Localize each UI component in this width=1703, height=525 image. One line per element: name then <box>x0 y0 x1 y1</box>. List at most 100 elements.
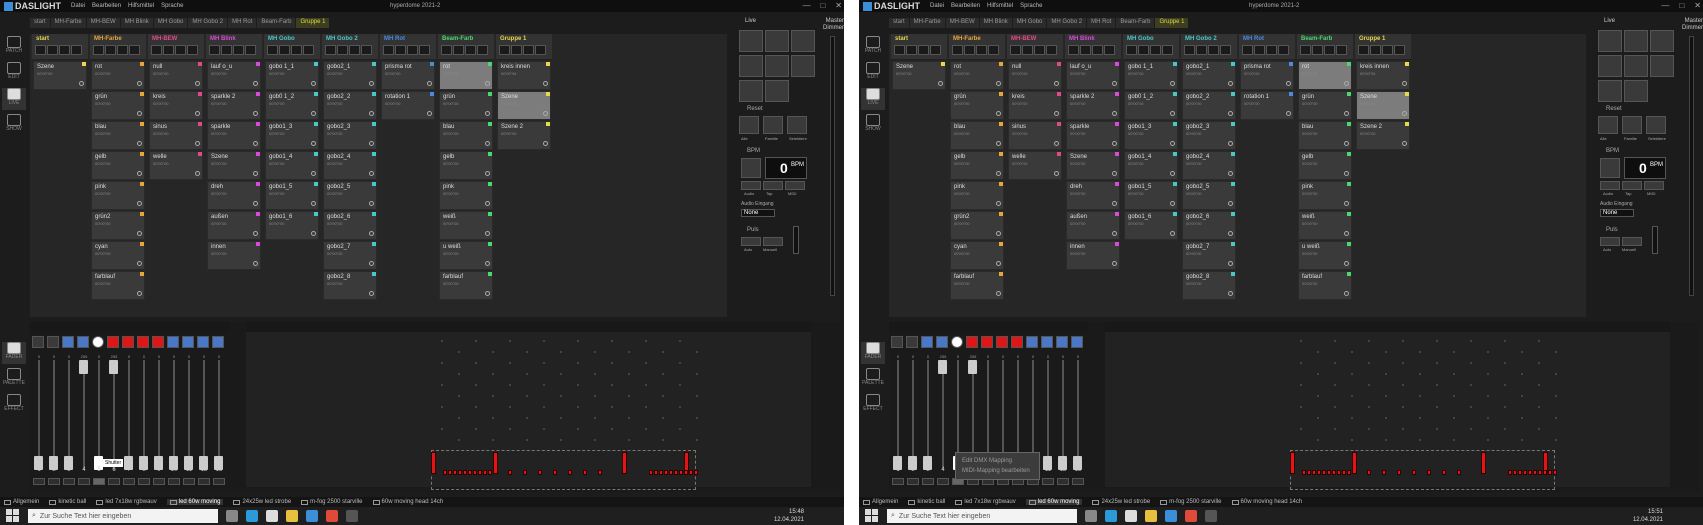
close-button[interactable]: ✕ <box>1694 1 1701 10</box>
fixture-cell[interactable] <box>538 470 542 475</box>
fixture-cell[interactable] <box>1332 470 1336 475</box>
channel-fader[interactable]: 02 <box>47 322 61 487</box>
column-name[interactable]: MH Gobo <box>264 34 320 44</box>
fixture-cell[interactable] <box>1442 470 1446 475</box>
cue-button[interactable]: rotation 1 00'00"00 <box>1240 91 1294 120</box>
tool-edit[interactable]: EDIT <box>2 62 26 84</box>
fixture-cell[interactable] <box>1543 470 1547 475</box>
play-icon[interactable] <box>325 45 336 55</box>
cue-settings-icon[interactable] <box>1112 111 1117 116</box>
cue-button[interactable]: grün2 00'00"00 <box>91 211 145 240</box>
cue-button[interactable]: null 00'00"00 <box>149 61 203 90</box>
column-name[interactable]: MH Rot <box>1239 34 1295 44</box>
cue-button[interactable]: gobo 1_1 00'00"00 <box>1124 61 1178 90</box>
cue-button[interactable]: blau 00'00"00 <box>1298 121 1352 150</box>
tab-sequence[interactable]: MH-Farbe <box>50 18 86 28</box>
tab-sequence[interactable]: MH Rot <box>228 18 257 28</box>
cue-button[interactable]: gobo2_3 00'00"00 <box>323 121 377 150</box>
fixture-cell[interactable] <box>483 470 487 475</box>
cue-button[interactable]: gobo1_4 00'00"00 <box>265 151 319 180</box>
next-icon[interactable] <box>930 45 941 55</box>
cue-settings-icon[interactable] <box>1170 201 1175 206</box>
play-icon[interactable] <box>1126 45 1137 55</box>
cue-button[interactable]: gelb 00'00"00 <box>950 151 1004 180</box>
cue-settings-icon[interactable] <box>485 201 490 206</box>
reset-grid-icon[interactable] <box>763 116 783 134</box>
fixture-cell[interactable] <box>622 452 627 474</box>
cue-settings-icon[interactable] <box>996 171 1001 176</box>
fixture-cell[interactable] <box>1317 470 1321 475</box>
reset-grid-icon[interactable] <box>1622 116 1642 134</box>
cue-settings-icon[interactable] <box>311 171 316 176</box>
fixture-cell[interactable] <box>1352 452 1357 474</box>
stop-icon[interactable] <box>395 45 406 55</box>
cue-button[interactable]: farblauf 00'00"00 <box>439 271 493 300</box>
cue-settings-icon[interactable] <box>1054 141 1059 146</box>
cue-button[interactable]: außen 00'00"00 <box>207 211 261 240</box>
next-icon[interactable] <box>419 45 430 55</box>
tab-sequence[interactable]: MH Gobo 2 <box>188 18 228 28</box>
channel-fader[interactable]: 02 <box>906 322 920 487</box>
cue-button[interactable]: farblauf 00'00"00 <box>1298 271 1352 300</box>
cue-button[interactable]: gobo2_7 00'00"00 <box>1182 241 1236 270</box>
puls-manual-button[interactable] <box>1622 237 1642 246</box>
stop-icon[interactable] <box>105 45 116 55</box>
prev-icon[interactable] <box>1208 45 1219 55</box>
menu-item[interactable]: Bearbeiten <box>951 3 980 9</box>
tab-sequence[interactable]: MH Gobo <box>153 18 188 28</box>
fixture-cell[interactable] <box>488 470 492 475</box>
play-icon[interactable] <box>1300 45 1311 55</box>
camera-icon[interactable] <box>739 80 763 102</box>
fixture-cell[interactable] <box>1302 470 1306 475</box>
cue-settings-icon[interactable] <box>1112 141 1117 146</box>
cue-button[interactable]: blau 00'00"00 <box>91 121 145 150</box>
fader-on-button[interactable] <box>108 478 120 485</box>
fader-on-button[interactable] <box>922 478 934 485</box>
fixture-cell[interactable] <box>493 452 498 474</box>
cue-button[interactable]: weiß 00'00"00 <box>1298 211 1352 240</box>
fixture-cell[interactable] <box>1427 470 1431 475</box>
fixture-cell[interactable] <box>1523 470 1527 475</box>
cue-settings-icon[interactable] <box>1054 111 1059 116</box>
tool-patch[interactable]: PATCH <box>861 36 885 58</box>
menu-item[interactable]: Hilfsmittel <box>987 3 1013 9</box>
prev-icon[interactable] <box>1382 45 1393 55</box>
cue-settings-icon[interactable] <box>485 81 490 86</box>
windows-start-icon[interactable] <box>865 509 879 523</box>
cue-settings-icon[interactable] <box>79 81 84 86</box>
context-menu-item[interactable]: MIDI-Mapping bearbeiten <box>962 466 1033 476</box>
reset-grid-icon[interactable] <box>1598 116 1618 134</box>
cue-settings-icon[interactable] <box>1228 111 1233 116</box>
channel-fader[interactable]: 07 <box>122 322 136 487</box>
mail-icon[interactable] <box>1165 510 1177 522</box>
cue-button[interactable]: gobo2_8 00'00"00 <box>323 271 377 300</box>
fixture-tab[interactable]: led 7x18w rgbwauv <box>96 499 157 505</box>
fixture-cell[interactable] <box>553 470 557 475</box>
channel-fader[interactable]: 01 <box>32 322 46 487</box>
cue-settings-icon[interactable] <box>1228 141 1233 146</box>
stop-icon[interactable] <box>337 45 348 55</box>
chrome-icon[interactable] <box>1185 510 1197 522</box>
cue-button[interactable]: rot 00'00"38 <box>1298 61 1352 90</box>
tool-palette[interactable]: PALETTE <box>2 368 26 390</box>
tool-show[interactable]: SHOW <box>861 114 885 136</box>
cue-settings-icon[interactable] <box>137 261 142 266</box>
fixture-cell[interactable] <box>684 470 688 475</box>
column-name[interactable]: MH Rot <box>380 34 436 44</box>
fixture-cell[interactable] <box>664 470 668 475</box>
column-name[interactable]: MH Blink <box>206 34 262 44</box>
prev-icon[interactable] <box>976 45 987 55</box>
mail-icon[interactable] <box>306 510 318 522</box>
fader-on-button[interactable] <box>1072 478 1084 485</box>
cue-settings-icon[interactable] <box>1344 141 1349 146</box>
cue-settings-icon[interactable] <box>369 201 374 206</box>
fader-on-button[interactable] <box>168 478 180 485</box>
task-view-icon[interactable] <box>1085 510 1097 522</box>
tool-effect[interactable]: EFFECT <box>2 394 26 416</box>
cue-settings-icon[interactable] <box>1054 171 1059 176</box>
cue-button[interactable]: farblauf 00'00"00 <box>91 271 145 300</box>
fixture-cell[interactable] <box>473 470 477 475</box>
prev-icon[interactable] <box>59 45 70 55</box>
column-name[interactable]: MH Gobo 2 <box>322 34 378 44</box>
tool-fader[interactable]: FADER <box>2 342 26 364</box>
